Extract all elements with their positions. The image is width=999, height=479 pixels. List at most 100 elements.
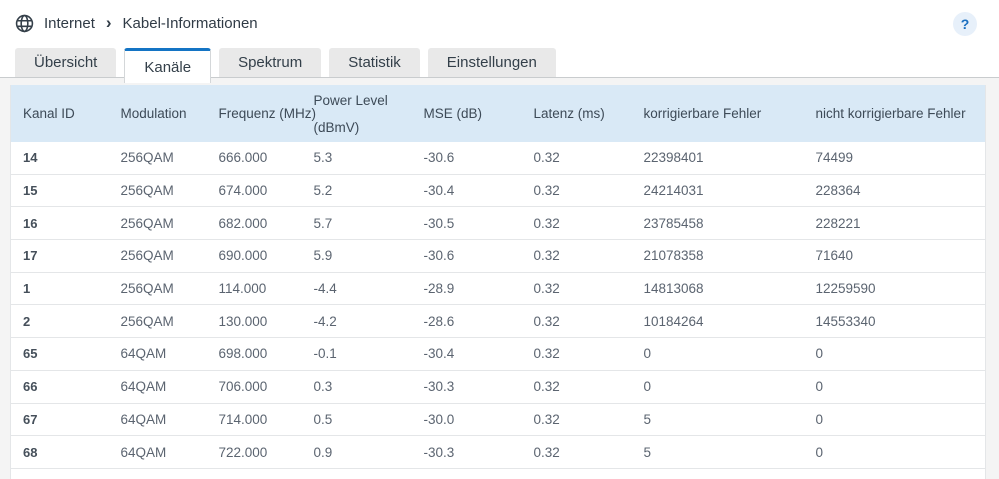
cell-nicht-korrigierbare-fehler: 0	[803, 337, 986, 371]
cell-latenz-ms: 0.32	[521, 304, 632, 339]
channel-table-body: 14 256QAM 666.000 5.3 -30.6 0.32 22398401 74499…	[10, 142, 986, 479]
cell-mse-db: -30.4	[411, 337, 522, 371]
cell-modulation: 256QAM	[108, 304, 207, 339]
cell-modulation: 256QAM	[108, 174, 207, 208]
cell-mse-db: -30.6	[411, 142, 522, 175]
table-row: 15 256QAM 674.000 5.2 -30.4 0.32 24214031 22836…	[10, 174, 986, 208]
column-header-latenz-ms: Latenz (ms)	[521, 85, 632, 142]
table-row: 6964QAM730.0000.7-30.60.3200	[10, 468, 986, 479]
cell-frequenz-mhz: 674.000	[206, 174, 302, 208]
table-row: 66 64QAM 706.000 0.3 -30.3 0.32 0 0	[10, 370, 986, 404]
cell-latenz-ms: 0.32	[521, 403, 632, 437]
cell-kanal-id: 68	[10, 435, 109, 469]
cell-modulation: 64QAM	[108, 403, 207, 437]
breadcrumb-item-internet[interactable]: Internet	[44, 15, 95, 32]
cell-nicht-korrigierbare-fehler: 0	[803, 435, 986, 469]
cell-modulation: 64QAM	[108, 435, 207, 469]
cell-korrigierbare-fehler: 24214031	[631, 174, 804, 208]
cell-mse-db: -30.5	[411, 206, 522, 241]
cell-mse-db: -30.3	[411, 435, 522, 469]
cell-power-level-dbmv: -4.4	[301, 272, 412, 306]
cell-nicht-korrigierbare-fehler: 0	[803, 403, 986, 437]
cell-kanal-id: 67	[10, 403, 109, 437]
cell-mse-db: -30.4	[411, 174, 522, 208]
cell-korrigierbare-fehler: 0	[631, 337, 804, 371]
globe-icon	[15, 14, 34, 33]
cell-frequenz-mhz: 682.000	[206, 206, 302, 241]
cell-frequenz-mhz: 730.000	[206, 468, 302, 479]
table-row: 2 256QAM 130.000 -4.2 -28.6 0.32 10184264 14553…	[10, 304, 986, 339]
cell-modulation: 64QAM	[108, 468, 207, 479]
breadcrumb-bar: Internet › Kabel-Informationen ?	[0, 0, 999, 47]
cell-modulation: 256QAM	[108, 239, 207, 273]
cell-frequenz-mhz: 130.000	[206, 304, 302, 339]
tab-einstellungen[interactable]: Einstellungen	[427, 48, 556, 77]
tab-bar: Übersicht Kanäle Spektrum Statistik Einstell…	[0, 47, 999, 83]
cell-mse-db: -30.6	[411, 239, 522, 273]
cell-korrigierbare-fehler: 0	[631, 468, 804, 479]
cell-modulation: 256QAM	[108, 272, 207, 306]
cell-latenz-ms: 0.32	[521, 239, 632, 273]
breadcrumb-item-current: Kabel-Informationen	[122, 15, 258, 32]
cell-nicht-korrigierbare-fehler: 0	[803, 468, 986, 479]
cell-kanal-id: 16	[10, 206, 109, 241]
cell-frequenz-mhz: 690.000	[206, 239, 302, 273]
cell-frequenz-mhz: 706.000	[206, 370, 302, 404]
cell-kanal-id: 14	[10, 142, 109, 175]
cell-latenz-ms: 0.32	[521, 337, 632, 371]
cell-mse-db: -30.0	[411, 403, 522, 437]
cell-mse-db: -30.3	[411, 370, 522, 404]
cell-power-level-dbmv: 5.2	[301, 174, 412, 208]
column-header-power-level-dbmv: Power Level (dBmV)	[301, 85, 412, 142]
cell-kanal-id: 1	[10, 272, 109, 306]
channel-table: Kanal ID Modulation Frequenz (MHz) Power Le…	[10, 85, 986, 479]
help-button[interactable]: ?	[953, 11, 977, 36]
cell-latenz-ms: 0.32	[521, 206, 632, 241]
content-area: Kanal ID Modulation Frequenz (MHz) Power Le…	[0, 78, 999, 479]
cell-korrigierbare-fehler: 21078358	[631, 239, 804, 273]
cell-kanal-id: 2	[10, 304, 109, 339]
cell-kanal-id: 15	[10, 174, 109, 208]
cell-kanal-id: 69	[10, 468, 109, 479]
cell-nicht-korrigierbare-fehler: 0	[803, 370, 986, 404]
cell-latenz-ms: 0.32	[521, 174, 632, 208]
cell-latenz-ms: 0.32	[521, 370, 632, 404]
cell-latenz-ms: 0.32	[521, 272, 632, 306]
cell-modulation: 64QAM	[108, 370, 207, 404]
cell-nicht-korrigierbare-fehler: 228221	[803, 206, 986, 241]
cell-frequenz-mhz: 698.000	[206, 337, 302, 371]
cell-mse-db: -28.6	[411, 304, 522, 339]
cell-latenz-ms: 0.32	[521, 435, 632, 469]
table-row: 67 64QAM 714.000 0.5 -30.0 0.32 5 0	[10, 403, 986, 437]
cell-modulation: 64QAM	[108, 337, 207, 371]
cell-korrigierbare-fehler: 10184264	[631, 304, 804, 339]
tab-statistik[interactable]: Statistik	[329, 48, 420, 77]
header-row: Kanal ID Modulation Frequenz (MHz) Power Le…	[10, 85, 986, 142]
tab-uebersicht[interactable]: Übersicht	[15, 48, 117, 77]
cell-frequenz-mhz: 666.000	[206, 142, 302, 175]
column-header-korrigierbare-fehler: korrigierbare Fehler	[631, 85, 804, 142]
cell-nicht-korrigierbare-fehler: 71640	[803, 239, 986, 273]
cell-korrigierbare-fehler: 14813068	[631, 272, 804, 306]
cell-latenz-ms: 0.32	[521, 468, 632, 479]
column-header-kanal-id: Kanal ID	[10, 85, 109, 142]
column-header-mse-db: MSE (dB)	[411, 85, 522, 142]
cell-power-level-dbmv: 0.7	[301, 468, 412, 479]
table-row: 17 256QAM 690.000 5.9 -30.6 0.32 21078358 71640	[10, 239, 986, 273]
page: Internet › Kabel-Informationen ? Übersic…	[0, 0, 999, 479]
cell-modulation: 256QAM	[108, 206, 207, 241]
cell-nicht-korrigierbare-fehler: 74499	[803, 142, 986, 175]
cell-modulation: 256QAM	[108, 142, 207, 175]
cell-frequenz-mhz: 114.000	[206, 272, 302, 306]
column-header-nicht-korrigierbare-fehler: nicht korrigierbare Fehler	[803, 85, 986, 142]
column-header-modulation: Modulation	[108, 85, 207, 142]
cell-power-level-dbmv: -4.2	[301, 304, 412, 339]
tab-kanaele[interactable]: Kanäle	[124, 48, 212, 83]
cell-korrigierbare-fehler: 22398401	[631, 142, 804, 175]
tab-spektrum[interactable]: Spektrum	[219, 48, 322, 77]
cell-kanal-id: 65	[10, 337, 109, 371]
column-header-frequenz-mhz: Frequenz (MHz)	[206, 85, 316, 142]
table-row: 68 64QAM 722.000 0.9 -30.3 0.32 5 0	[10, 435, 986, 469]
cell-latenz-ms: 0.32	[521, 142, 632, 175]
cell-korrigierbare-fehler: 5	[631, 403, 804, 437]
